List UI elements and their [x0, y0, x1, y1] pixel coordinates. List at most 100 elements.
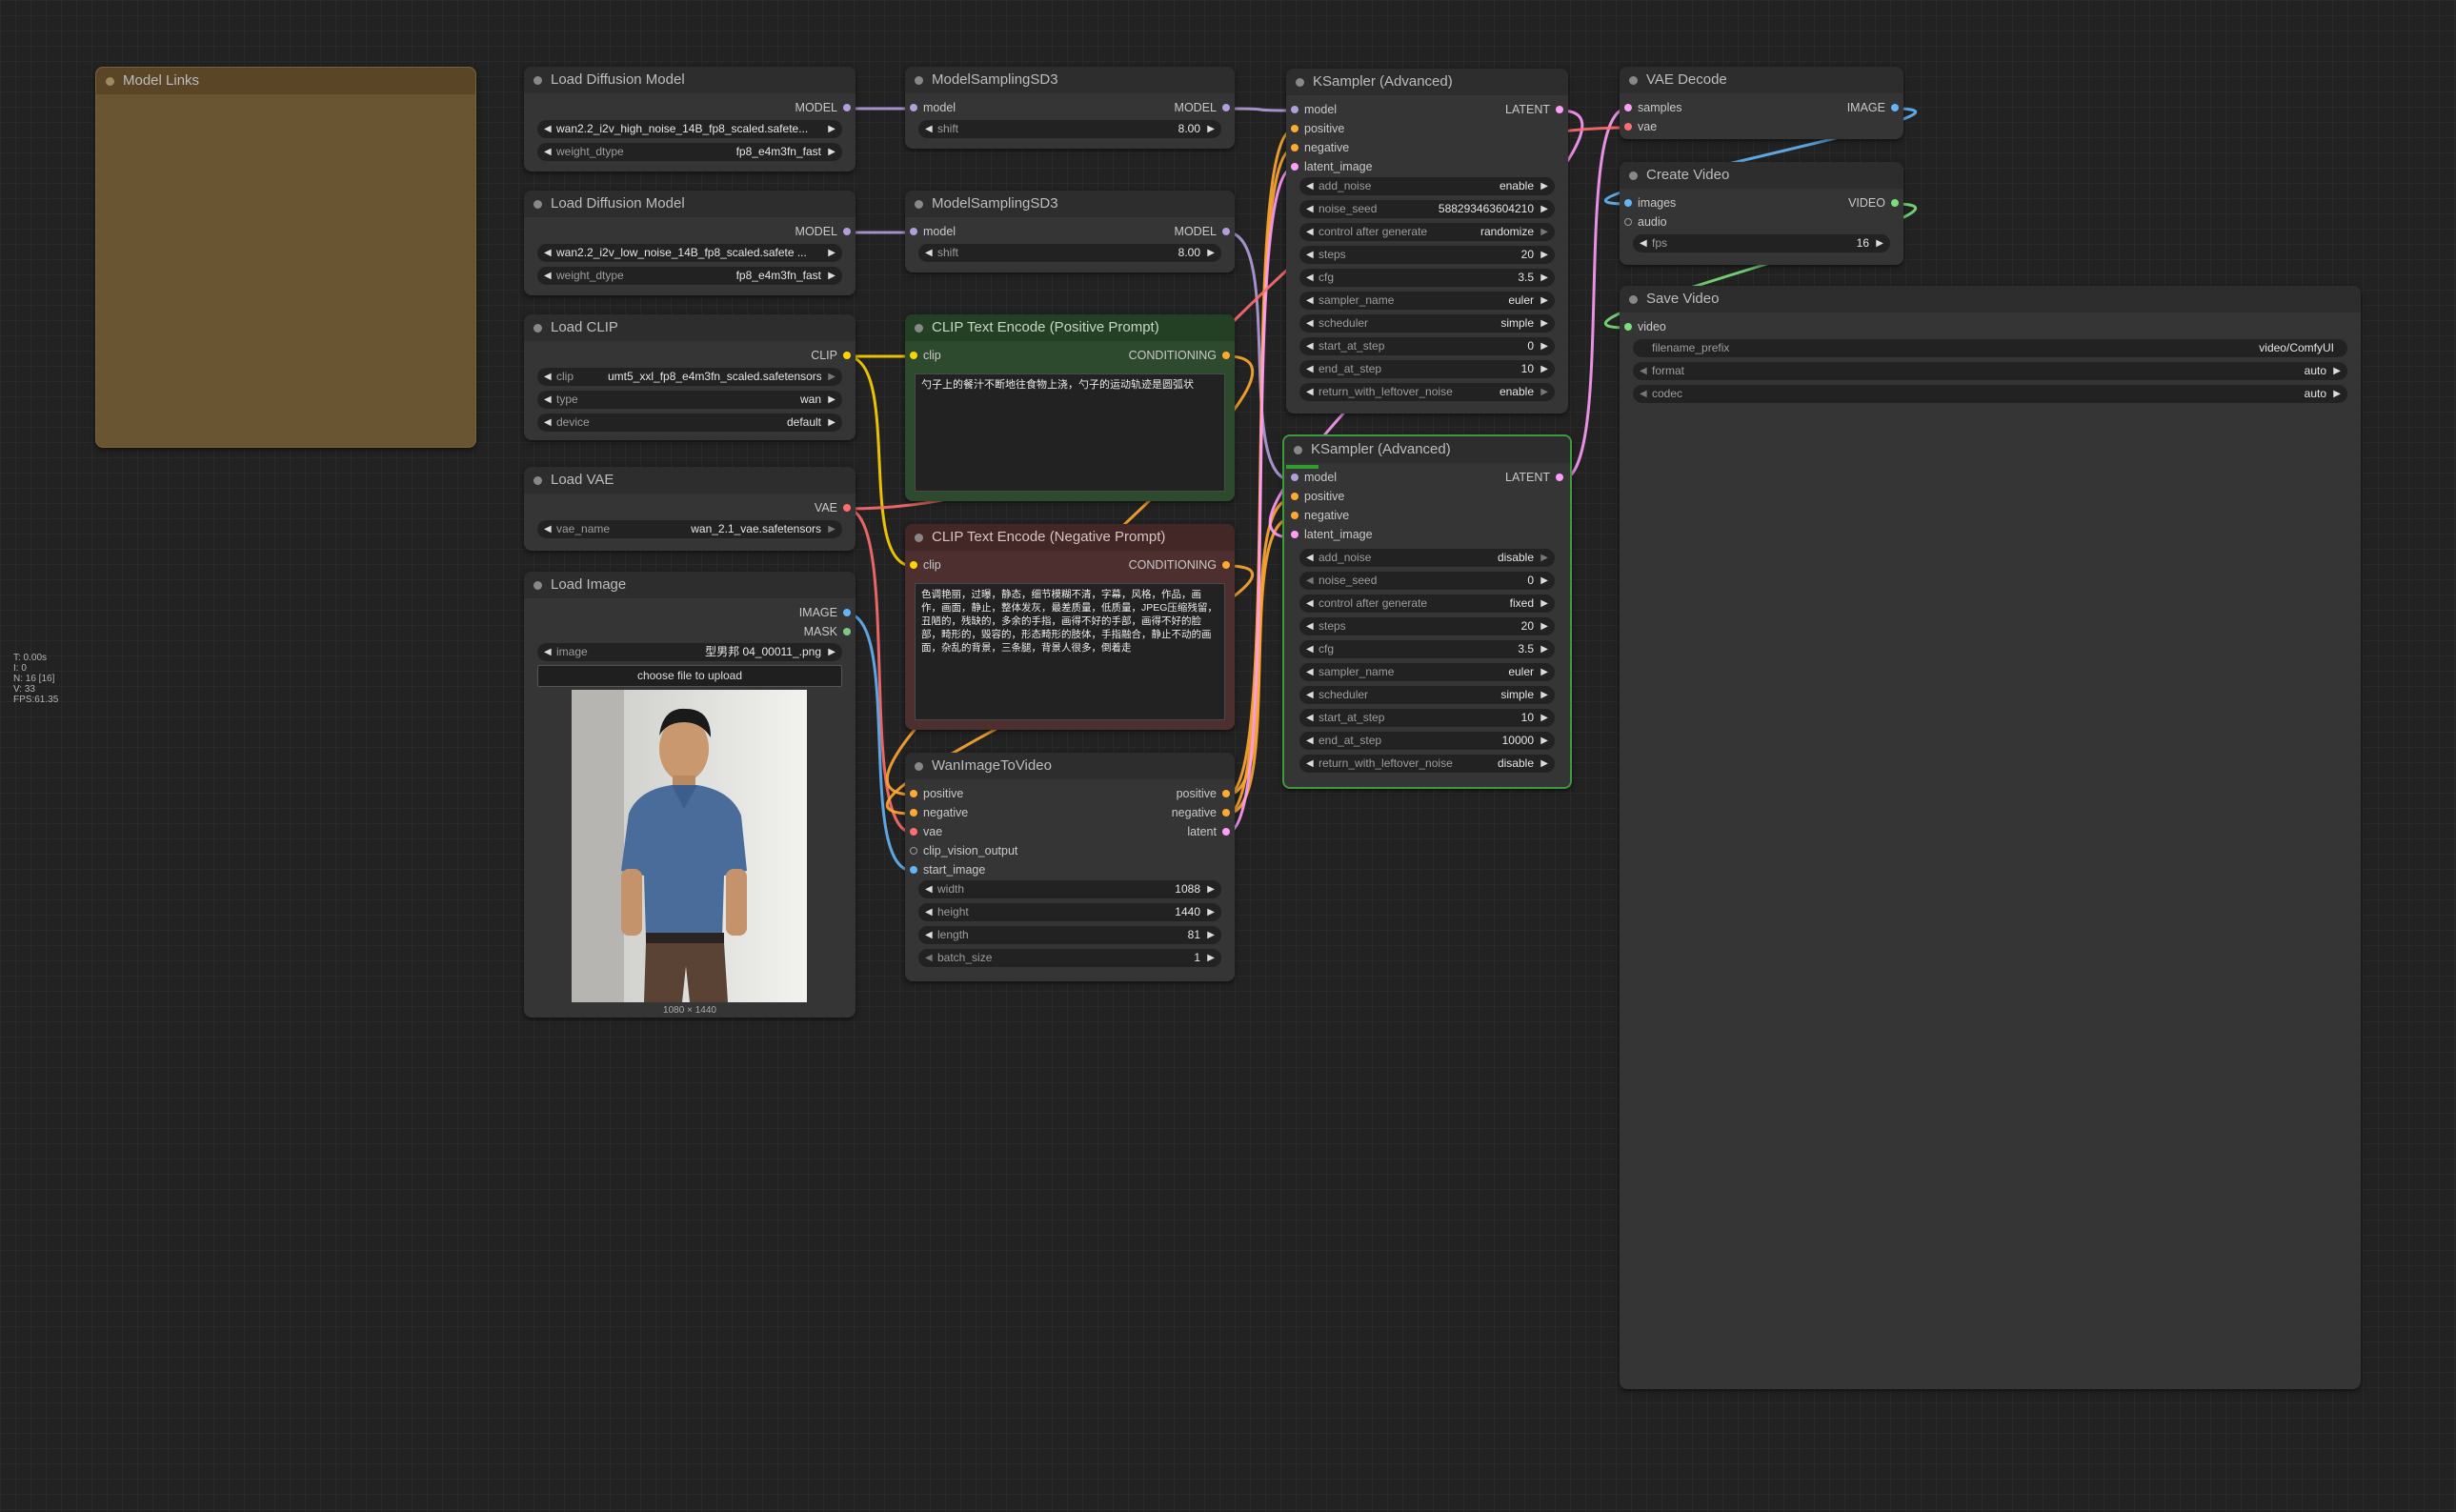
node-title[interactable]: Load Diffusion Model: [524, 191, 856, 217]
collapse-dot-icon[interactable]: [915, 200, 923, 209]
arrow-right-icon[interactable]: ▶: [2333, 362, 2341, 380]
input-vae[interactable]: vae: [910, 825, 942, 838]
collapse-dot-icon[interactable]: [915, 762, 923, 771]
socket-dot-icon[interactable]: [1222, 352, 1230, 359]
node-title[interactable]: Load CLIP: [524, 314, 856, 341]
arrow-right-icon[interactable]: ▶: [1540, 292, 1548, 310]
arrow-left-icon[interactable]: ◀: [544, 368, 552, 386]
socket-dot-icon[interactable]: [910, 228, 917, 235]
arrow-left-icon[interactable]: ◀: [1306, 246, 1314, 264]
arrow-right-icon[interactable]: ▶: [1207, 880, 1215, 898]
node-title[interactable]: Load Image: [524, 572, 856, 598]
output-image[interactable]: IMAGE: [799, 606, 851, 619]
node-load-image[interactable]: Load Image IMAGE MASK ◀ image 型男邦 04_00011…: [524, 572, 856, 1018]
arrow-left-icon[interactable]: ◀: [544, 143, 552, 161]
arrow-right-icon[interactable]: ▶: [1207, 949, 1215, 967]
widget-cfg[interactable]: ◀ cfg 3.5 ▶: [1299, 269, 1555, 287]
output-clip[interactable]: CLIP: [811, 349, 851, 362]
widget-weight-dtype[interactable]: ◀ weight_dtype fp8_e4m3fn_fast ▶: [537, 267, 842, 285]
widget-unet-name[interactable]: ◀ wan2.2_i2v_high_noise_14B_fp8_scaled.sa…: [537, 120, 842, 138]
node-title[interactable]: Save Video: [1620, 286, 2361, 312]
socket-dot-icon[interactable]: [910, 828, 917, 836]
socket-dot-icon[interactable]: [843, 104, 851, 111]
widget-sampler-name[interactable]: ◀ sampler_name euler ▶: [1299, 663, 1555, 681]
node-title[interactable]: ModelSamplingSD3: [905, 67, 1235, 93]
socket-dot-icon[interactable]: [910, 809, 917, 816]
widget-length[interactable]: ◀ length 81 ▶: [918, 926, 1221, 944]
output-model[interactable]: MODEL: [1175, 101, 1230, 114]
arrow-left-icon[interactable]: ◀: [544, 413, 552, 432]
collapse-dot-icon[interactable]: [915, 534, 923, 542]
widget-device[interactable]: ◀ device default ▶: [537, 413, 842, 432]
widget-cfg[interactable]: ◀ cfg 3.5 ▶: [1299, 640, 1555, 658]
node-title[interactable]: CLIP Text Encode (Positive Prompt): [905, 314, 1235, 341]
widget-return-with-leftover-noise[interactable]: ◀ return_with_leftover_noise disable ▶: [1299, 755, 1555, 773]
input-model[interactable]: model: [1291, 103, 1337, 116]
widget-sampler-name[interactable]: ◀ sampler_name euler ▶: [1299, 292, 1555, 310]
socket-dot-icon[interactable]: [1291, 474, 1298, 481]
input-negative[interactable]: negative: [1291, 141, 1349, 154]
socket-dot-icon[interactable]: [910, 847, 917, 855]
arrow-left-icon[interactable]: ◀: [1640, 362, 1647, 380]
arrow-right-icon[interactable]: ▶: [1540, 663, 1548, 681]
output-latent[interactable]: latent: [1187, 825, 1230, 838]
arrow-left-icon[interactable]: ◀: [544, 391, 552, 409]
arrow-right-icon[interactable]: ▶: [1540, 617, 1548, 635]
node-title[interactable]: Create Video: [1620, 162, 1903, 189]
arrow-right-icon[interactable]: ▶: [1540, 177, 1548, 195]
node-model-sampling-sd3-low[interactable]: ModelSamplingSD3 model MODEL ◀ shift 8.00 ▶: [905, 191, 1235, 272]
arrow-right-icon[interactable]: ▶: [828, 244, 835, 262]
arrow-right-icon[interactable]: ▶: [1540, 755, 1548, 773]
upload-button[interactable]: choose file to upload: [537, 665, 842, 687]
widget-format[interactable]: ◀ format auto ▶: [1633, 362, 2347, 380]
output-vae[interactable]: VAE: [815, 501, 851, 514]
arrow-right-icon[interactable]: ▶: [1540, 337, 1548, 355]
arrow-left-icon[interactable]: ◀: [1306, 640, 1314, 658]
widget-noise-seed[interactable]: ◀ noise_seed 588293463604210 ▶: [1299, 200, 1555, 218]
input-positive[interactable]: positive: [910, 787, 963, 800]
node-title[interactable]: KSampler (Advanced): [1286, 69, 1568, 95]
socket-dot-icon[interactable]: [1222, 790, 1230, 797]
arrow-left-icon[interactable]: ◀: [1306, 572, 1314, 590]
widget-start-at-step[interactable]: ◀ start_at_step 0 ▶: [1299, 337, 1555, 355]
output-model[interactable]: MODEL: [795, 225, 851, 238]
collapse-dot-icon[interactable]: [533, 476, 542, 485]
socket-dot-icon[interactable]: [843, 504, 851, 512]
socket-dot-icon[interactable]: [910, 561, 917, 569]
arrow-right-icon[interactable]: ▶: [1207, 903, 1215, 921]
node-title[interactable]: Load Diffusion Model: [524, 67, 856, 93]
node-create-video[interactable]: Create Video images audio VIDEO ◀ fps 16 ▶: [1620, 162, 1903, 265]
arrow-right-icon[interactable]: ▶: [1540, 200, 1548, 218]
node-vae-decode[interactable]: VAE Decode samples vae IMAGE: [1620, 67, 1903, 139]
socket-dot-icon[interactable]: [1624, 123, 1632, 131]
arrow-left-icon[interactable]: ◀: [1306, 269, 1314, 287]
output-latent[interactable]: LATENT: [1505, 103, 1563, 116]
socket-dot-icon[interactable]: [843, 609, 851, 616]
prompt-textarea[interactable]: 勺子上的餐汁不断地往食物上浇，勺子的运动轨迹是圆弧状: [915, 373, 1225, 492]
input-clip-vision-output[interactable]: clip_vision_output: [910, 844, 1017, 857]
arrow-left-icon[interactable]: ◀: [1306, 595, 1314, 613]
collapse-dot-icon[interactable]: [1296, 78, 1304, 87]
widget-steps[interactable]: ◀ steps 20 ▶: [1299, 246, 1555, 264]
arrow-left-icon[interactable]: ◀: [1306, 292, 1314, 310]
socket-dot-icon[interactable]: [843, 228, 851, 235]
arrow-right-icon[interactable]: ▶: [1540, 640, 1548, 658]
arrow-left-icon[interactable]: ◀: [1306, 383, 1314, 401]
output-model[interactable]: MODEL: [1175, 225, 1230, 238]
socket-dot-icon[interactable]: [843, 352, 851, 359]
widget-height[interactable]: ◀ height 1440 ▶: [918, 903, 1221, 921]
arrow-left-icon[interactable]: ◀: [1640, 385, 1647, 403]
collapse-dot-icon[interactable]: [533, 200, 542, 209]
arrow-right-icon[interactable]: ▶: [1540, 549, 1548, 567]
collapse-dot-icon[interactable]: [915, 76, 923, 85]
arrow-left-icon[interactable]: ◀: [1306, 549, 1314, 567]
arrow-right-icon[interactable]: ▶: [828, 120, 835, 138]
input-latent-image[interactable]: latent_image: [1291, 528, 1373, 541]
socket-dot-icon[interactable]: [1291, 531, 1298, 538]
node-load-diffusion-low[interactable]: Load Diffusion Model MODEL ◀ wan2.2_i2v_l…: [524, 191, 856, 295]
socket-dot-icon[interactable]: [910, 790, 917, 797]
arrow-right-icon[interactable]: ▶: [1207, 926, 1215, 944]
arrow-right-icon[interactable]: ▶: [828, 143, 835, 161]
arrow-left-icon[interactable]: ◀: [544, 120, 552, 138]
arrow-left-icon[interactable]: ◀: [1306, 732, 1314, 750]
